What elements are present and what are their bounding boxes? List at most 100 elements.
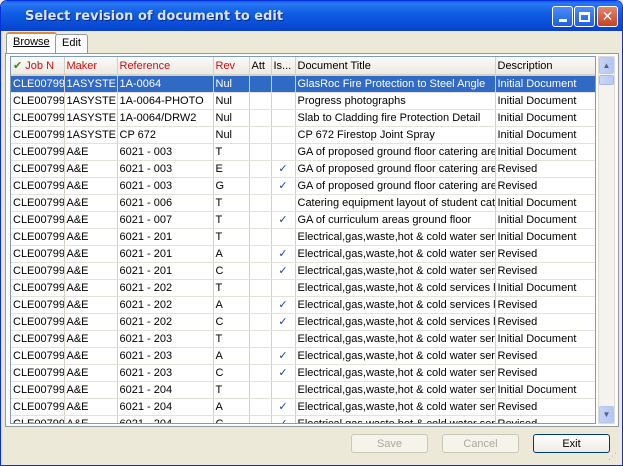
exit-button[interactable]: Exit [533,434,610,453]
table-row[interactable]: CLE00799 A&E 6021 - 204 T Electrical,gas,was… [11,381,595,399]
table-row[interactable]: CLE00799 A&E 6021 - 201 A ✓ Electrical,gas,wa… [11,245,595,263]
cell-description: Initial Document [495,126,595,144]
table-row[interactable]: CLE00799 A&E 6021 - 003 E ✓ GA of proposed gr… [11,160,595,178]
cell-description: Revised [495,313,595,331]
table-row[interactable]: CLE00799 A&E 6021 - 202 C ✓ Electrical,gas,wa… [11,313,595,331]
cell-maker: A&E [64,347,118,365]
cell-description: Revised [495,296,595,314]
cell-is [271,279,296,297]
column-header-job[interactable]: ✔ Job N [11,57,65,76]
cell-att [249,228,272,246]
cell-job: CLE00799 [11,75,65,93]
cell-job: CLE00799 [11,262,65,280]
cell-maker: A&E [64,364,118,382]
cell-reference: 1A-0064 [117,75,214,93]
column-header-title[interactable]: Document Title [295,57,496,76]
cell-reference: 6021 - 203 [117,330,214,348]
maximize-button[interactable] [574,6,595,27]
table-row[interactable]: CLE00799 1ASYSTE 1A-0064 Nul GlasRoc Fire Pr… [11,75,595,93]
cell-maker: A&E [64,381,118,399]
cancel-button[interactable]: Cancel [442,434,519,453]
cell-maker: A&E [64,160,118,178]
cell-description: Initial Document [495,92,595,110]
table-row[interactable]: CLE00799 A&E 6021 - 201 T Electrical,gas,was… [11,228,595,246]
column-header-description[interactable]: Description [495,57,595,76]
tab-browse[interactable]: Browse [6,32,57,53]
scroll-up-button[interactable]: ▲ [599,57,614,74]
cell-reference: 6021 - 204 [117,415,214,423]
table-row[interactable]: CLE00799 A&E 6021 - 003 T GA of proposed gro… [11,143,595,161]
table-row[interactable]: CLE00799 A&E 6021 - 203 C ✓ Electrical,gas,wa… [11,364,595,382]
cell-maker: A&E [64,330,118,348]
tab-edit[interactable]: Edit [55,34,88,53]
save-button[interactable]: Save [351,434,428,453]
cell-title: Electrical,gas,waste,hot & cold water se… [295,228,496,246]
table-row[interactable]: CLE00799 A&E 6021 - 201 C ✓ Electrical,gas,wa… [11,262,595,280]
column-header-maker[interactable]: Maker [64,57,118,76]
cell-title: Electrical,gas,waste,hot & cold services… [295,296,496,314]
document-grid[interactable]: ✔ Job N Maker Reference Rev Att Is... Do… [10,56,596,424]
vertical-scrollbar[interactable]: ▲ ▼ [598,56,615,424]
column-header-reference[interactable]: Reference [117,57,214,76]
cell-att [249,313,272,331]
cell-reference: 6021 - 201 [117,228,214,246]
table-row[interactable]: CLE00799 A&E 6021 - 203 T Electrical,gas,was… [11,330,595,348]
cell-title: Electrical,gas,waste,hot & cold water se… [295,347,496,365]
minimize-button[interactable] [552,6,573,27]
cell-description: Revised [495,177,595,195]
cell-title: Electrical,gas,waste,hot & cold water se… [295,262,496,280]
cell-title: Electrical,gas,waste,hot & cold water se… [295,245,496,263]
dialog-window: Select revision of document to edit ✕ Br… [0,0,623,466]
sort-check-icon: ✔ [13,59,23,72]
cell-reference: 6021 - 007 [117,211,214,229]
cell-is: ✓ [271,160,296,178]
table-row[interactable]: CLE00799 1ASYSTE CP 672 Nul CP 672 Firestop … [11,126,595,144]
resize-grip-icon[interactable]: ⋰ [608,451,620,463]
close-button[interactable]: ✕ [597,6,618,27]
table-row[interactable]: CLE00799 A&E 6021 - 006 T Catering equipment… [11,194,595,212]
cell-reference: 6021 - 003 [117,160,214,178]
cell-maker: A&E [64,313,118,331]
table-row[interactable]: CLE00799 A&E 6021 - 007 T ✓ GA of curriculum … [11,211,595,229]
column-label-job: Job N [25,59,55,72]
cell-reference: 6021 - 201 [117,245,214,263]
cell-job: CLE00799 [11,347,65,365]
cell-is [271,126,296,144]
table-row[interactable]: CLE00799 A&E 6021 - 202 A ✓ Electrical,gas,wa… [11,296,595,314]
column-header-rev[interactable]: Rev [213,57,250,76]
cell-att [249,126,272,144]
column-header-att[interactable]: Att [249,57,272,76]
cell-description: Revised [495,262,595,280]
cell-job: CLE00799 [11,381,65,399]
cell-description: Revised [495,347,595,365]
table-row[interactable]: CLE00799 A&E 6021 - 204 A ✓ Electrical,gas,wa… [11,398,595,416]
cell-maker: 1ASYSTE [64,109,118,127]
cell-reference: 6021 - 204 [117,398,214,416]
cell-is: ✓ [271,296,296,314]
cell-reference: 6021 - 203 [117,347,214,365]
title-bar[interactable]: Select revision of document to edit ✕ [1,1,622,31]
table-row[interactable]: CLE00799 A&E 6021 - 003 G ✓ GA of proposed gr… [11,177,595,195]
cell-job: CLE00799 [11,279,65,297]
cell-title: Electrical,gas,waste,hot & cold water se… [295,330,496,348]
cell-rev: C [213,415,250,423]
column-header-is[interactable]: Is... [271,57,296,76]
table-row[interactable]: CLE00799 A&E 6021 - 202 T Electrical,gas,was… [11,279,595,297]
cell-reference: 6021 - 202 [117,313,214,331]
table-row[interactable]: CLE00799 1ASYSTE 1A-0064-PHOTO Nul Progress … [11,92,595,110]
table-row[interactable]: CLE00799 1ASYSTE 1A-0064/DRW2 Nul Slab to Cl… [11,109,595,127]
cell-job: CLE00799 [11,364,65,382]
table-row[interactable]: CLE00799 A&E 6021 - 204 C ✓ Electrical,gas,wa… [11,415,595,423]
cell-title: GlasRoc Fire Protection to Steel Angle [295,75,496,93]
cell-is: ✓ [271,347,296,365]
table-row[interactable]: CLE00799 A&E 6021 - 203 A ✓ Electrical,gas,wa… [11,347,595,365]
cell-is [271,330,296,348]
scroll-down-button[interactable]: ▼ [599,406,614,423]
scroll-thumb[interactable] [599,75,614,85]
cell-maker: A&E [64,415,118,423]
cell-title: GA of proposed ground floor catering are… [295,160,496,178]
cell-reference: 6021 - 201 [117,262,214,280]
cell-maker: A&E [64,228,118,246]
cell-rev: Nul [213,92,250,110]
cell-att [249,143,272,161]
